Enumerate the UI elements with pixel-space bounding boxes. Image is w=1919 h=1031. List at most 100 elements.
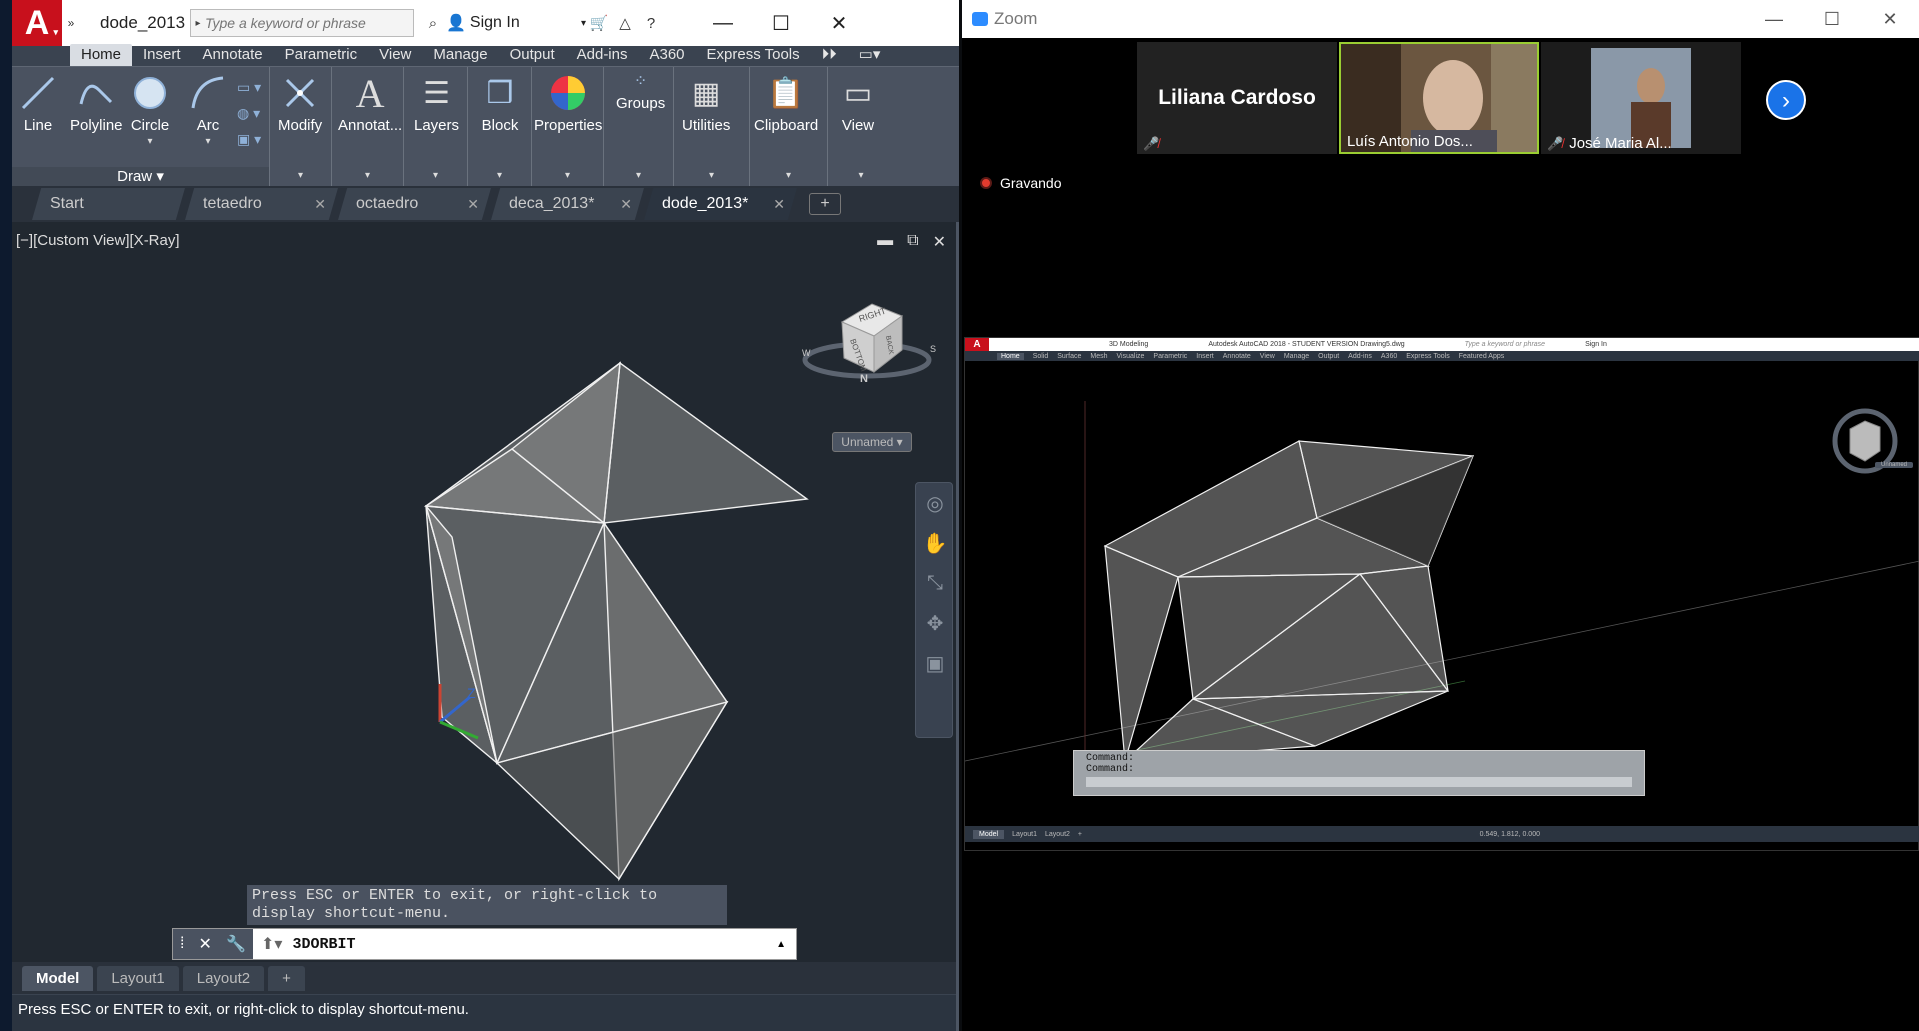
quick-access-expand-icon[interactable]: » [62,0,80,46]
annotation-label: Annotat... [338,117,403,134]
command-line[interactable]: ⁞ ✕ 🔧 ⬆▾ 3DORBIT ▲ [172,928,797,960]
recent-commands-icon[interactable]: ⬆▾ [253,934,282,954]
search-input[interactable] [205,15,405,31]
view-panel: ▭ View ▾ [828,67,894,187]
drawing-viewport[interactable]: [−][Custom View][X-Ray] ▬ ⧉ ✕ RIGHT BOTT… [12,222,956,962]
clipboard-label: Clipboard [754,117,819,134]
layers-button[interactable]: ☰ Layers [414,73,459,135]
properties-button[interactable]: Properties [534,73,602,134]
groups-dropdown-icon[interactable]: ▾ [636,170,641,181]
groups-button[interactable]: ⁘ Groups [616,71,665,112]
cart-icon[interactable]: 🛒 [586,9,612,37]
tab-insert[interactable]: Insert [132,44,192,66]
annotation-button[interactable]: A Annotat... [338,71,403,135]
utilities-dropdown-icon[interactable]: ▾ [709,170,714,181]
zoom-maximize-button[interactable]: ☐ [1803,9,1861,30]
file-tab-deca[interactable]: deca_2013* ✕ [491,188,644,220]
circle-tool-button[interactable]: Circle ▾ [130,73,170,147]
application-menu-button[interactable]: A ▾ [12,0,62,46]
block-button[interactable]: ❒ Block [480,73,520,135]
line-tool-button[interactable]: Line [18,73,58,134]
customize-icon[interactable]: 🔧 [226,934,246,954]
arc-dropdown-icon[interactable]: ▾ [205,136,210,147]
search-box[interactable]: ▸ [190,9,414,37]
shared-tab: Annotate [1222,352,1251,360]
ribbon-options-icon[interactable]: ▭▾ [848,44,892,66]
file-tab-start[interactable]: Start [32,188,185,220]
search-expand-icon[interactable]: ▸ [191,18,205,29]
file-tab-dode[interactable]: dode_2013* ✕ [644,188,797,220]
a360-icon[interactable]: △ [612,9,638,37]
tab-add-ins[interactable]: Add-ins [566,44,639,66]
user-icon: 👤 [446,15,466,32]
tab-home[interactable]: Home [70,44,133,66]
clipboard-dropdown-icon[interactable]: ▾ [786,170,791,181]
block-dropdown-icon[interactable]: ▾ [497,170,502,181]
zoom-minimize-button[interactable]: — [1745,9,1803,30]
clipboard-button[interactable]: 📋 Clipboard [754,73,819,135]
calculator-icon: ▦ [691,76,721,110]
participant-tile[interactable]: Liliana Cardoso 🎤̸ [1137,42,1337,154]
sign-in-button[interactable]: 👤 Sign In ▾ [446,13,586,33]
draw-panel-title[interactable]: Draw ▾ [12,167,269,187]
tab-view[interactable]: View [368,44,422,66]
help-icon[interactable]: ? [638,9,664,37]
boundary-icon[interactable]: ▣ ▾ [237,131,261,148]
utilities-button[interactable]: ▦ Utilities [682,73,731,135]
properties-dropdown-icon[interactable]: ▾ [565,170,570,181]
layers-dropdown-icon[interactable]: ▾ [433,170,438,181]
close-icon[interactable]: ✕ [199,934,212,954]
shared-screen[interactable]: A 3D Modeling Autodesk AutoCAD 2018 - ST… [964,337,1919,851]
layers-icon: ☰ [423,76,450,110]
close-button[interactable]: ✕ [810,0,868,46]
tab-express-tools[interactable]: Express Tools [696,44,811,66]
utilities-label: Utilities [682,117,731,134]
modify-button[interactable]: Modify [278,73,322,134]
maximize-button[interactable]: ☐ [752,0,810,46]
file-tab-octaedro[interactable]: octaedro ✕ [338,188,491,220]
hatch-icon[interactable]: ◍ ▾ [237,105,260,122]
circle-dropdown-icon[interactable]: ▾ [147,136,152,147]
orbit-tooltip: Press ESC or ENTER to exit, or right-cli… [247,885,727,925]
dodecahedron-model[interactable]: Z [12,222,956,962]
tab-annotate[interactable]: Annotate [192,44,274,66]
participant-tile[interactable]: 🎤̸ José Maria Al... [1541,42,1741,154]
move-icon [286,78,315,108]
binoculars-icon[interactable]: ⌕ [420,9,446,37]
annotation-dropdown-icon[interactable]: ▾ [365,170,370,181]
tab-a360[interactable]: A360 [638,44,695,66]
close-icon[interactable]: ✕ [620,196,632,213]
command-input[interactable]: 3DORBIT [282,936,776,953]
file-tab-tetaedro[interactable]: tetaedro ✕ [185,188,338,220]
close-icon[interactable]: ✕ [314,196,326,213]
tab-model[interactable]: Model [22,965,94,991]
drag-handle-icon[interactable]: ⁞ [180,935,184,953]
close-icon[interactable]: ✕ [467,196,479,213]
minimize-button[interactable]: — [694,0,752,46]
file-tab-label: Start [50,195,84,212]
more-tabs-icon[interactable]: ⏵⏵ [811,44,848,66]
participant-tile-active[interactable]: Luís Antonio Dos... [1339,42,1539,154]
tab-manage[interactable]: Manage [422,44,498,66]
draw-panel-label: Draw [117,168,153,185]
tab-parametric[interactable]: Parametric [274,44,369,66]
shared-command-window: Command: Command: [1073,750,1645,796]
tab-layout2[interactable]: Layout2 [182,965,265,991]
polyline-tool-button[interactable]: Polyline [70,73,123,134]
recording-indicator[interactable]: Gravando [980,175,1061,191]
tab-output[interactable]: Output [499,44,566,66]
add-layout-button[interactable]: + [268,965,305,991]
view-button[interactable]: ▭ View [838,73,878,135]
shared-tab: A360 [1380,352,1398,360]
arc-tool-button[interactable]: Arc ▾ [188,73,228,147]
next-participants-button[interactable]: › [1766,80,1806,120]
view-dropdown-icon[interactable]: ▾ [858,170,863,181]
zoom-close-button[interactable]: ✕ [1861,9,1919,30]
new-tab-button[interactable]: + [809,193,841,215]
tab-layout1[interactable]: Layout1 [97,965,179,991]
close-icon[interactable]: ✕ [773,196,785,213]
modify-dropdown-icon[interactable]: ▾ [298,170,303,181]
command-history-icon[interactable]: ▲ [776,939,796,950]
shared-tab: Insert [1196,352,1214,360]
rectangle-icon[interactable]: ▭ ▾ [237,79,261,96]
